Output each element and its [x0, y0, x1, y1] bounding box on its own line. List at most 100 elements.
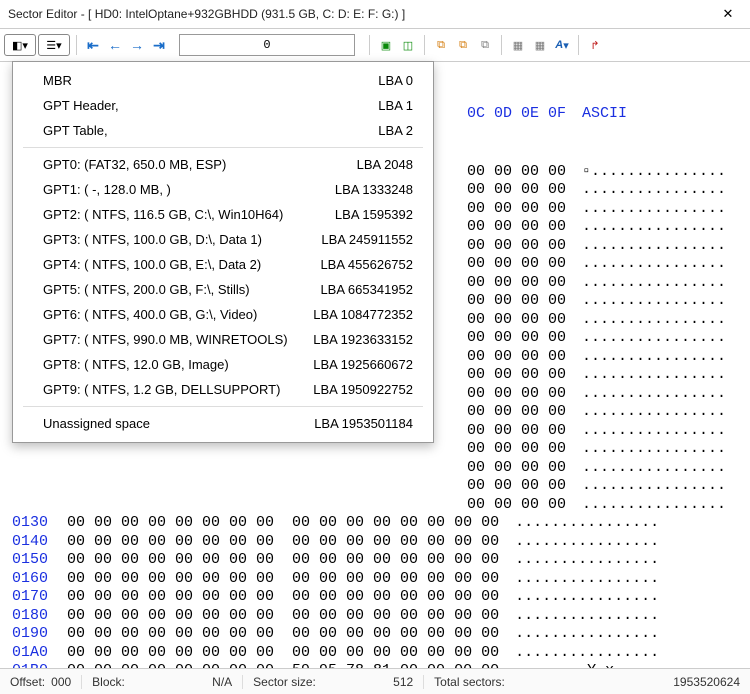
row-hex-tail[interactable]: 00 00 00 00: [467, 403, 566, 422]
row-hex-tail[interactable]: 00 00 00 00: [467, 459, 566, 478]
menu-item[interactable]: GPT4: ( NTFS, 100.0 GB, E:\, Data 2)LBA …: [13, 252, 433, 277]
menu-item[interactable]: GPT1: ( -, 128.0 MB, )LBA 1333248: [13, 177, 433, 202]
row-hex[interactable]: 00 00 00 00 00 00 00 00 00 00 00 00 00 0…: [67, 514, 499, 533]
row-ascii[interactable]: ................: [582, 459, 726, 478]
row-hex-tail[interactable]: 00 00 00 00: [467, 237, 566, 256]
row-ascii[interactable]: ................: [582, 348, 726, 367]
menu-item-lba: LBA 1953501184: [314, 416, 413, 431]
row-hex-tail[interactable]: 00 00 00 00: [467, 366, 566, 385]
menu-item[interactable]: MBRLBA 0: [13, 68, 433, 93]
row-ascii[interactable]: ................: [582, 237, 726, 256]
menu-item[interactable]: GPT5: ( NTFS, 200.0 GB, F:\, Stills)LBA …: [13, 277, 433, 302]
menu-item[interactable]: GPT6: ( NTFS, 400.0 GB, G:\, Video)LBA 1…: [13, 302, 433, 327]
row-ascii[interactable]: ................: [582, 366, 726, 385]
row-ascii[interactable]: ................: [515, 514, 659, 533]
menu-item[interactable]: GPT7: ( NTFS, 990.0 MB, WINRETOOLS)LBA 1…: [13, 327, 433, 352]
row-hex-tail[interactable]: 00 00 00 00: [467, 255, 566, 274]
partition-dropdown[interactable]: ◧▾: [4, 34, 36, 56]
first-icon[interactable]: ⇤: [83, 35, 103, 55]
view-dropdown[interactable]: ☰▾: [38, 34, 70, 56]
row-hex[interactable]: 00 00 00 00 00 00 00 00 00 00 00 00 00 0…: [67, 570, 499, 589]
row-hex[interactable]: 00 00 00 00 00 00 00 00 00 00 00 00 00 0…: [67, 533, 499, 552]
menu-item-label: GPT7: ( NTFS, 990.0 MB, WINRETOOLS): [43, 332, 288, 347]
row-hex-tail[interactable]: 00 00 00 00: [467, 181, 566, 200]
row-hex-tail[interactable]: 00 00 00 00: [467, 311, 566, 330]
next-icon[interactable]: →: [127, 35, 147, 55]
row-ascii[interactable]: ................: [582, 422, 726, 441]
row-hex-tail[interactable]: 00 00 00 00: [467, 200, 566, 219]
row-hex[interactable]: 00 00 00 00 00 00 00 00 00 00 00 00 00 0…: [67, 644, 499, 663]
row-ascii[interactable]: ................: [582, 385, 726, 404]
row-ascii[interactable]: ▫...............: [582, 163, 726, 182]
window-title: Sector Editor - [ HD0: IntelOptane+932GB…: [8, 7, 405, 21]
row-ascii[interactable]: ................: [582, 440, 726, 459]
status-bar: Offset:000 Block:N/A Sector size:512 Tot…: [0, 668, 750, 694]
row-ascii[interactable]: ................: [582, 218, 726, 237]
row-offset: 0140: [12, 533, 67, 552]
menu-item[interactable]: GPT Header,LBA 1: [13, 93, 433, 118]
row-ascii[interactable]: ................: [515, 644, 659, 663]
row-ascii[interactable]: ................: [582, 292, 726, 311]
menu-item[interactable]: GPT0: (FAT32, 650.0 MB, ESP) LBA 2048: [13, 152, 433, 177]
prev-icon[interactable]: ←: [105, 35, 125, 55]
row-hex-tail[interactable]: 00 00 00 00: [467, 385, 566, 404]
row-offset: 0190: [12, 625, 67, 644]
menu-item[interactable]: GPT Table,LBA 2: [13, 118, 433, 143]
menu-item[interactable]: GPT2: ( NTFS, 116.5 GB, C:\, Win10H64)LB…: [13, 202, 433, 227]
menu-item[interactable]: GPT3: ( NTFS, 100.0 GB, D:\, Data 1)LBA …: [13, 227, 433, 252]
row-hex-tail[interactable]: 00 00 00 00: [467, 218, 566, 237]
row-hex-tail[interactable]: 00 00 00 00: [467, 422, 566, 441]
row-hex[interactable]: 00 00 00 00 00 00 00 00 00 00 00 00 00 0…: [67, 625, 499, 644]
menu-item-lba: LBA 1925660672: [313, 357, 413, 372]
calc2-icon[interactable]: ▦: [530, 35, 550, 55]
row-ascii[interactable]: ................: [582, 329, 726, 348]
menu-item-label: GPT0: (FAT32, 650.0 MB, ESP): [43, 157, 226, 172]
row-ascii[interactable]: ................: [582, 496, 726, 515]
row-ascii[interactable]: ................: [582, 477, 726, 496]
menu-item-lba: LBA 2048: [357, 157, 413, 172]
row-ascii[interactable]: ................: [582, 403, 726, 422]
menu-item-lba: LBA 1333248: [335, 182, 413, 197]
font-icon[interactable]: A▾: [552, 35, 572, 55]
row-ascii[interactable]: ................: [582, 274, 726, 293]
row-ascii[interactable]: ................: [515, 551, 659, 570]
row-hex-tail[interactable]: 00 00 00 00: [467, 440, 566, 459]
row-hex-tail[interactable]: 00 00 00 00: [467, 163, 566, 182]
menu-item-label: GPT Header,: [43, 98, 119, 113]
row-hex-tail[interactable]: 00 00 00 00: [467, 274, 566, 293]
save2-icon[interactable]: ◫: [398, 35, 418, 55]
row-hex-tail[interactable]: 00 00 00 00: [467, 477, 566, 496]
row-hex-tail[interactable]: 00 00 00 00: [467, 496, 566, 515]
row-hex[interactable]: 00 00 00 00 00 00 00 00 00 00 00 00 00 0…: [67, 551, 499, 570]
row-ascii[interactable]: ................: [582, 181, 726, 200]
paste-icon[interactable]: ⧉: [475, 35, 495, 55]
copy-icon[interactable]: ⧉: [431, 35, 451, 55]
row-ascii[interactable]: ................: [515, 625, 659, 644]
save-icon[interactable]: ▣: [376, 35, 396, 55]
goto-sector-input[interactable]: [179, 34, 355, 56]
row-ascii[interactable]: ................: [515, 570, 659, 589]
menu-item[interactable]: GPT8: ( NTFS, 12.0 GB, Image)LBA 1925660…: [13, 352, 433, 377]
row-ascii[interactable]: ................: [515, 533, 659, 552]
menu-item-label: Unassigned space: [43, 416, 150, 431]
exit-icon[interactable]: ↱: [585, 35, 605, 55]
row-hex-tail[interactable]: 00 00 00 00: [467, 348, 566, 367]
row-ascii[interactable]: ................: [582, 311, 726, 330]
close-icon[interactable]: ✕: [706, 0, 750, 28]
row-hex[interactable]: 00 00 00 00 00 00 00 00 00 00 00 00 00 0…: [67, 588, 499, 607]
menu-item[interactable]: GPT9: ( NTFS, 1.2 GB, DELLSUPPORT)LBA 19…: [13, 377, 433, 402]
row-offset: 0160: [12, 570, 67, 589]
cut-icon[interactable]: ⧉: [453, 35, 473, 55]
row-hex-tail[interactable]: 00 00 00 00: [467, 329, 566, 348]
row-ascii[interactable]: ................: [515, 588, 659, 607]
row-hex-tail[interactable]: 00 00 00 00: [467, 292, 566, 311]
last-icon[interactable]: ⇥: [149, 35, 169, 55]
row-ascii[interactable]: ................: [582, 255, 726, 274]
row-hex[interactable]: 00 00 00 00 00 00 00 00 00 00 00 00 00 0…: [67, 607, 499, 626]
hex-row: 017000 00 00 00 00 00 00 00 00 00 00 00 …: [12, 588, 740, 607]
row-ascii[interactable]: ................: [582, 200, 726, 219]
row-ascii[interactable]: ................: [515, 607, 659, 626]
menu-item-unassigned[interactable]: Unassigned space LBA 1953501184: [13, 411, 433, 436]
calc-icon[interactable]: ▦: [508, 35, 528, 55]
menu-item-lba: LBA 1595392: [335, 207, 413, 222]
